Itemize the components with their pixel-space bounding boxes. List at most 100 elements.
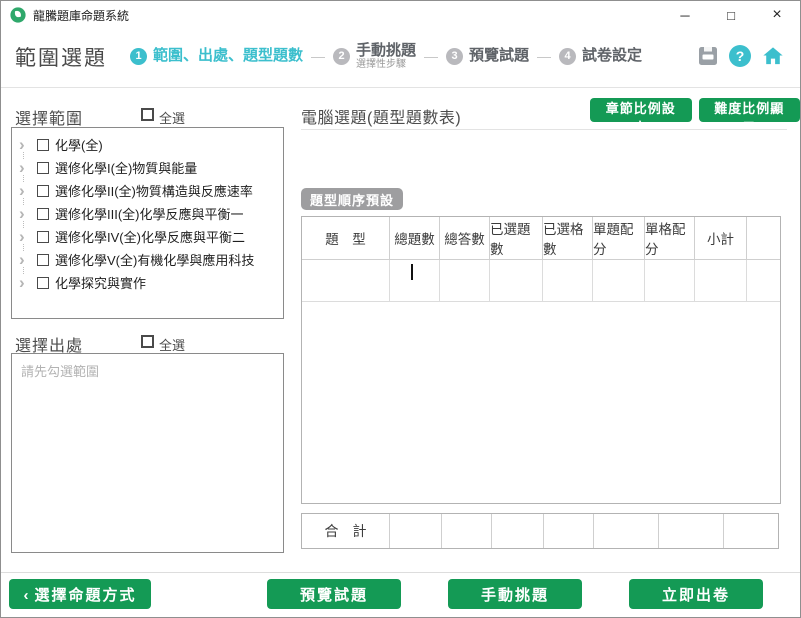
- col-header-total-questions: 總題數: [390, 217, 440, 260]
- step-2-manual-pick[interactable]: 2 手動挑題 選擇性步驟: [333, 43, 416, 70]
- total-cell: [659, 514, 724, 548]
- total-cell: [544, 514, 594, 548]
- manual-pick-button[interactable]: 手動挑題: [448, 579, 582, 609]
- total-cell: [594, 514, 659, 548]
- select-all-range-checkbox[interactable]: [141, 108, 154, 121]
- tree-item-label: 選修化學V(全)有機化學與應用科技: [55, 250, 254, 269]
- source-placeholder: 請先勾選範圍: [21, 361, 274, 380]
- total-cell: [492, 514, 544, 548]
- save-icon[interactable]: [697, 45, 719, 67]
- row-cell-total-questions[interactable]: [390, 260, 440, 302]
- home-icon[interactable]: [761, 45, 785, 67]
- row-cell-selected-questions[interactable]: [490, 260, 543, 302]
- tree-item-checkbox[interactable]: [37, 185, 49, 197]
- total-cell: [390, 514, 442, 548]
- app-logo-icon: [10, 7, 26, 23]
- col-header-selected-questions: 已選題數: [490, 217, 543, 260]
- tree-item-checkbox[interactable]: [37, 277, 49, 289]
- chevron-right-icon[interactable]: ›: [19, 207, 33, 221]
- difficulty-ratio-button[interactable]: 難度比例顯示: [699, 98, 801, 122]
- right-panel-divider: [301, 129, 787, 130]
- step-3-label: 預覽試題: [469, 48, 529, 64]
- chevron-right-icon[interactable]: ›: [19, 230, 33, 244]
- step-1-label: 範圍、出處、題型題數: [153, 48, 303, 64]
- step-1-range[interactable]: 1 範圍、出處、題型題數: [130, 48, 303, 65]
- tree-item-checkbox[interactable]: [37, 208, 49, 220]
- chevron-right-icon[interactable]: ›: [19, 184, 33, 198]
- select-range-title: 選擇範圍: [15, 105, 83, 129]
- question-type-table: 題 型 總題數 總答數 已選題數 已選格數 單題配分 單格配分 小計: [301, 216, 781, 504]
- row-cell-extra[interactable]: [747, 260, 780, 302]
- col-header-selected-blanks: 已選格數: [543, 217, 593, 260]
- row-cell-points-per-question[interactable]: [593, 260, 645, 302]
- tree-item-chemistry-all[interactable]: › 化學(全): [12, 133, 283, 156]
- preview-exam-button[interactable]: 預覽試題: [267, 579, 401, 609]
- chevron-right-icon[interactable]: ›: [19, 253, 33, 267]
- col-header-subtotal: 小計: [695, 217, 747, 260]
- tree-item-inquiry-practice[interactable]: › 化學探究與實作: [12, 271, 283, 294]
- wizard-steps: 1 範圍、出處、題型題數 — 2 手動挑題 選擇性步驟 — 3 預覽試題 — 4: [130, 39, 642, 73]
- tree-item-checkbox[interactable]: [37, 139, 49, 151]
- chevron-right-icon[interactable]: ›: [19, 138, 33, 152]
- tree-item-checkbox[interactable]: [37, 254, 49, 266]
- row-cell-total-answers[interactable]: [440, 260, 490, 302]
- window-title: 龍騰題庫命題系統: [33, 7, 129, 24]
- col-header-points-per-question: 單題配分: [593, 217, 645, 260]
- col-header-points-per-blank: 單格配分: [645, 217, 695, 260]
- tree-item-elective-5[interactable]: › 選修化學V(全)有機化學與應用科技: [12, 248, 283, 271]
- tree-item-label: 選修化學I(全)物質與能量: [55, 158, 197, 177]
- total-row: 合 計: [301, 513, 779, 549]
- step-4-paper-settings[interactable]: 4 試卷設定: [559, 48, 642, 65]
- col-header-extra: [747, 217, 780, 260]
- help-icon[interactable]: ?: [729, 45, 751, 67]
- tree-item-elective-3[interactable]: › 選修化學III(全)化學反應與平衡一: [12, 202, 283, 225]
- total-cell: [724, 514, 778, 548]
- chevron-right-icon[interactable]: ›: [19, 161, 33, 175]
- tree-item-label: 選修化學II(全)物質構造與反應速率: [55, 181, 253, 200]
- total-label: 合 計: [302, 514, 390, 548]
- tree-item-label: 選修化學III(全)化學反應與平衡一: [55, 204, 244, 223]
- select-all-source-checkbox[interactable]: [141, 335, 154, 348]
- back-to-selection-mode-button[interactable]: ‹選擇命題方式: [9, 579, 151, 609]
- step-3-preview[interactable]: 3 預覽試題: [446, 48, 529, 65]
- row-cell-selected-blanks[interactable]: [543, 260, 593, 302]
- row-cell-subtotal[interactable]: [695, 260, 747, 302]
- tree-item-label: 選修化學IV(全)化學反應與平衡二: [55, 227, 245, 246]
- step-separator: —: [424, 48, 438, 64]
- footer-divider: [1, 572, 800, 573]
- step-1-badge: 1: [130, 48, 147, 65]
- window-titlebar: 龍騰題庫命題系統 ─ □ ×: [1, 1, 800, 29]
- tree-item-elective-2[interactable]: › 選修化學II(全)物質構造與反應速率: [12, 179, 283, 202]
- step-2-badge: 2: [333, 48, 350, 65]
- page-title: 範圍選題: [15, 42, 107, 72]
- tree-item-label: 化學(全): [55, 135, 103, 154]
- header-divider: [1, 87, 800, 88]
- row-cell-question-type[interactable]: [302, 260, 390, 302]
- range-tree: › 化學(全) › 選修化學I(全)物質與能量 › 選修化學II(全)物質構造與…: [11, 127, 284, 319]
- text-cursor: [411, 264, 413, 280]
- tree-item-checkbox[interactable]: [37, 231, 49, 243]
- minimize-button[interactable]: ─: [662, 1, 708, 29]
- col-header-question-type: 題 型: [302, 217, 390, 260]
- step-3-badge: 3: [446, 48, 463, 65]
- question-type-order-preset-button[interactable]: 題型順序預設: [301, 188, 403, 210]
- app-window: 龍騰題庫命題系統 ─ □ × 範圍選題 1 範圍、出處、題型題數 — 2 手動挑…: [0, 0, 801, 618]
- tree-item-elective-1[interactable]: › 選修化學I(全)物質與能量: [12, 156, 283, 179]
- chapter-ratio-button[interactable]: 章節比例設定: [590, 98, 692, 122]
- generate-paper-button[interactable]: 立即出卷: [629, 579, 763, 609]
- step-separator: —: [311, 48, 325, 64]
- step-2-sublabel: 選擇性步驟: [356, 59, 416, 70]
- tree-item-label: 化學探究與實作: [55, 273, 146, 292]
- tree-item-checkbox[interactable]: [37, 162, 49, 174]
- select-all-range-label: 全選: [159, 108, 185, 127]
- chevron-right-icon[interactable]: ›: [19, 276, 33, 290]
- close-button[interactable]: ×: [754, 1, 800, 29]
- select-all-source-label: 全選: [159, 335, 185, 354]
- source-list[interactable]: 請先勾選範圍: [11, 353, 284, 553]
- computer-select-title: 電腦選題(題型題數表): [301, 104, 461, 128]
- tree-item-elective-4[interactable]: › 選修化學IV(全)化學反應與平衡二: [12, 225, 283, 248]
- row-cell-points-per-blank[interactable]: [645, 260, 695, 302]
- back-button-label: 選擇命題方式: [34, 587, 136, 604]
- maximize-button[interactable]: □: [708, 1, 754, 29]
- step-4-badge: 4: [559, 48, 576, 65]
